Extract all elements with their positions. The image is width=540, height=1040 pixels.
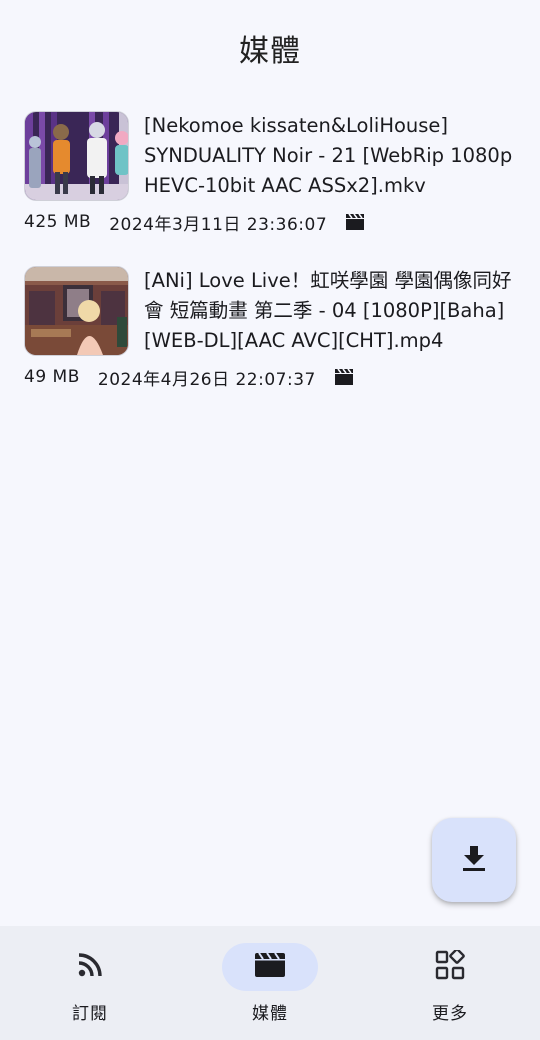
media-meta: 49 MB 2024年4月26日 22:07:37 [24,365,354,390]
media-meta: 425 MB 2024年3月11日 23:36:07 [24,210,365,235]
download-button[interactable] [432,818,516,902]
bottom-navigation: 訂閱 媒體 更多 [0,926,540,1040]
video-icon [345,213,365,231]
media-list-item[interactable]: [ANi] Love Live！虹咲學園 學園偶像同好會 短篇動畫 第二季 - … [0,255,540,410]
nav-indicator [402,943,498,991]
page-title: 媒體 [239,34,301,69]
apps-icon [435,948,465,984]
rss-icon [77,952,103,982]
movie-icon [254,952,286,982]
media-title: [Nekomoe kissaten&LoliHouse] SYNDUALITY … [144,114,513,197]
video-thumbnail [24,266,129,356]
media-list: [Nekomoe kissaten&LoliHouse] SYNDUALITY … [0,100,540,410]
file-date: 2024年4月26日 22:07:37 [97,369,316,390]
nav-label: 更多 [432,1004,468,1024]
media-title: [ANi] Love Live！虹咲學園 學園偶像同好會 短篇動畫 第二季 - … [144,269,512,352]
nav-indicator-active [222,943,318,991]
file-date: 2024年3月11日 23:36:07 [109,214,328,235]
nav-item-subscriptions[interactable]: 訂閱 [0,926,180,1040]
app-bar: 媒體 [0,0,540,96]
nav-item-media[interactable]: 媒體 [180,926,360,1040]
video-thumbnail [24,111,129,201]
nav-item-more[interactable]: 更多 [360,926,540,1040]
nav-indicator [42,943,138,991]
nav-label: 媒體 [252,1004,288,1024]
nav-label: 訂閱 [72,1004,108,1024]
file-size: 49 MB [24,367,80,387]
file-size: 425 MB [24,212,92,232]
media-list-item[interactable]: [Nekomoe kissaten&LoliHouse] SYNDUALITY … [0,100,540,255]
video-icon [334,368,354,386]
download-icon [461,844,487,876]
